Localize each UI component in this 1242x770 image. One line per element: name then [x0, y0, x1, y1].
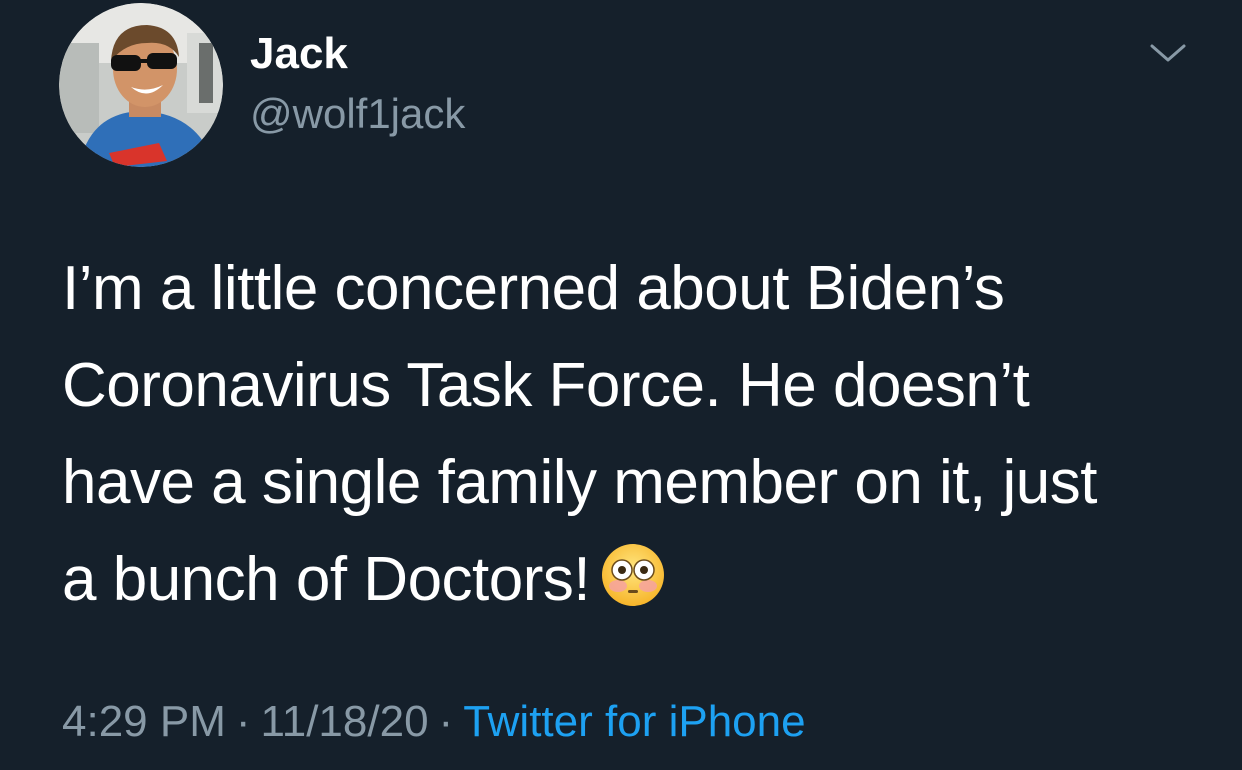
tweet-source-link[interactable]: Twitter for iPhone [463, 697, 805, 746]
avatar-photo [59, 3, 223, 167]
tweet-text-line: Coronavirus Task Force. He doesn’t [62, 351, 1030, 420]
tweet-metadata: 4:29 PM · 11/18/20 · Twitter for iPhone [62, 692, 806, 752]
tweet-text-line: I’m a little concerned about Biden’s [62, 254, 1005, 323]
separator-dot: · [235, 697, 251, 746]
separator-dot: · [438, 697, 454, 746]
tweet-date: 11/18/20 [260, 697, 429, 746]
tweet-card: Jack @wolf1jack I’m a little concerned a… [0, 0, 1242, 770]
tweet-text-line: have a single family member on it, just [62, 448, 1097, 517]
tweet-text: I’m a little concerned about Biden’s Cor… [62, 240, 1192, 628]
author-handle[interactable]: @wolf1jack [250, 88, 465, 140]
tweet-text-line: a bunch of Doctors! [62, 531, 1192, 628]
tweet-time: 4:29 PM [62, 697, 226, 746]
tweet-text-last-line: a bunch of Doctors! [62, 545, 591, 614]
chevron-down-icon[interactable] [1146, 38, 1190, 68]
avatar[interactable] [59, 3, 223, 167]
flushed-face-icon [600, 539, 666, 606]
author-display-name[interactable]: Jack [250, 28, 348, 80]
